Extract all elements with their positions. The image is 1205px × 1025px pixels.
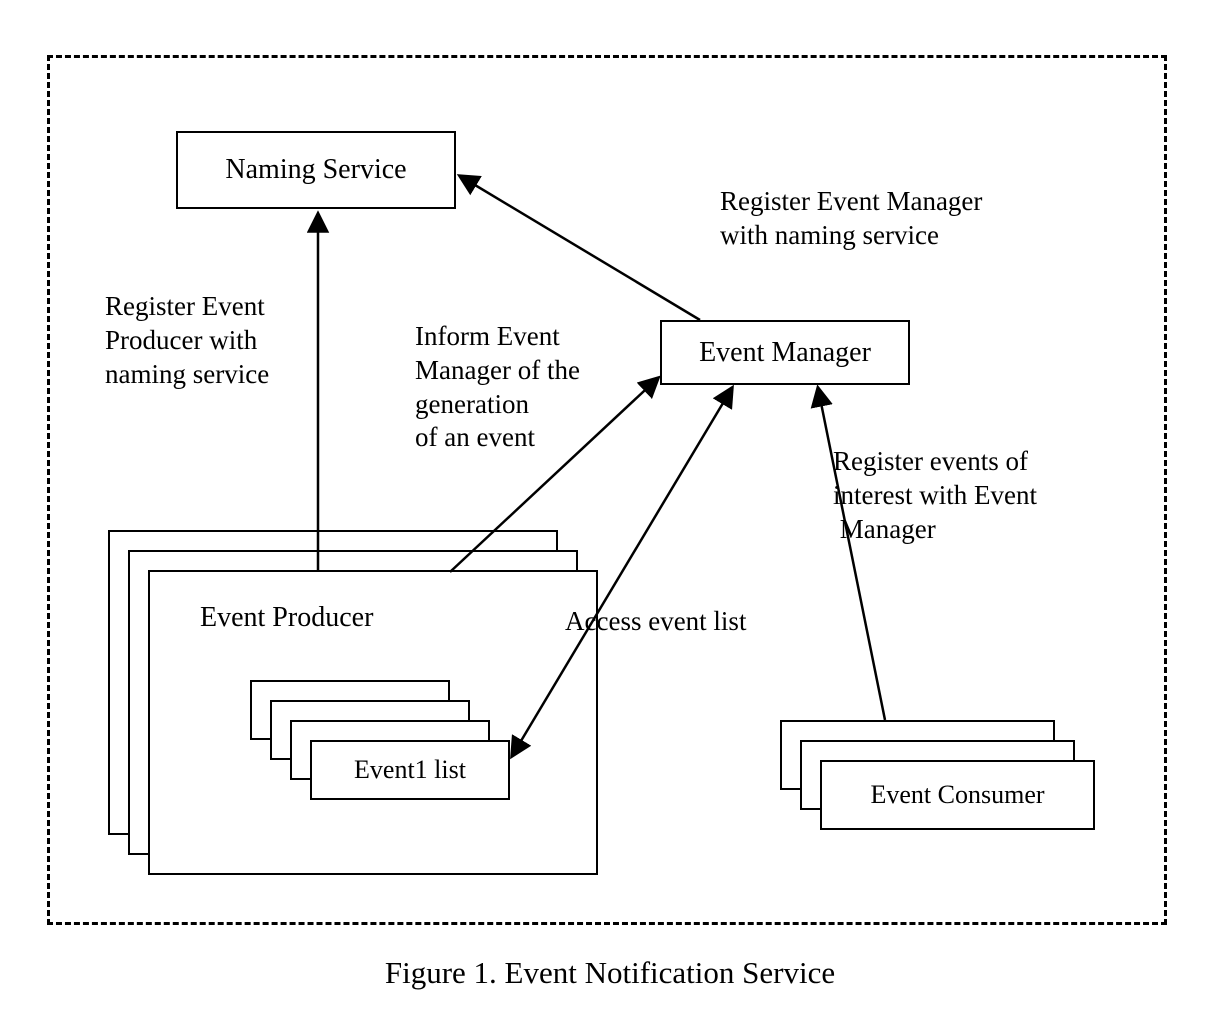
event-consumer-label: Event Consumer [870,780,1044,810]
inform-manager-text: Inform Event Manager of the generation o… [415,320,580,455]
event-producer-label: Event Producer [200,602,373,634]
event-manager-box: Event Manager [660,320,910,385]
register-interest-text: Register events of interest with Event M… [833,445,1037,546]
access-list-text: Access event list [565,605,746,639]
event-list-label: Event1 list [354,755,466,785]
event-manager-label: Event Manager [699,337,871,369]
event-list-box: Event1 list [310,740,510,800]
diagram-canvas: Naming Service Event Manager Event Produ… [0,0,1205,1025]
naming-service-box: Naming Service [176,131,456,209]
naming-service-label: Naming Service [225,154,406,186]
figure-caption: Figure 1. Event Notification Service [300,955,920,991]
event-consumer-box: Event Consumer [820,760,1095,830]
register-producer-text: Register Event Producer with naming serv… [105,290,269,391]
register-manager-text: Register Event Manager with naming servi… [720,185,982,253]
